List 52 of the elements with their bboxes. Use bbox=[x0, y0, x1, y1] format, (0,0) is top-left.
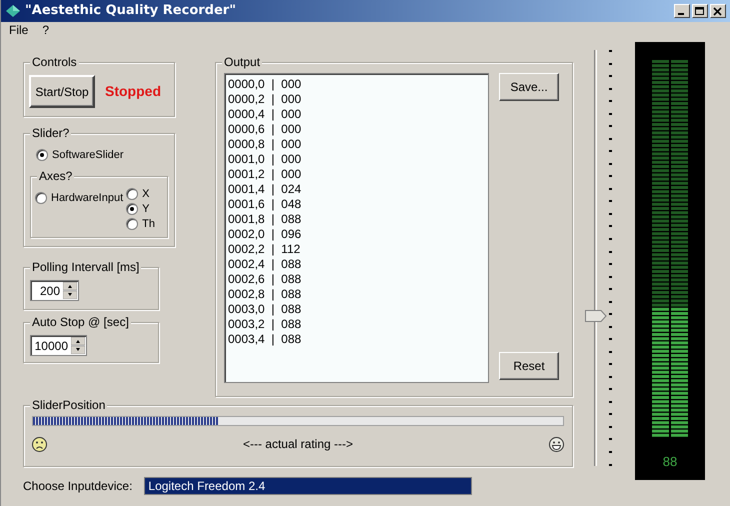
menu-item[interactable]: ? bbox=[42, 21, 50, 39]
output-line: 0002,8 | 088 bbox=[228, 287, 302, 302]
radio-option[interactable]: X bbox=[126, 187, 155, 201]
app-icon bbox=[5, 4, 21, 18]
output-line: 0001,4 | 024 bbox=[228, 182, 302, 197]
output-line: 0002,4 | 088 bbox=[228, 257, 302, 272]
push-button[interactable]: Reset bbox=[499, 352, 559, 380]
push-button[interactable]: Save... bbox=[499, 73, 559, 101]
radio-option[interactable]: Th bbox=[126, 217, 155, 231]
group-title: Output bbox=[222, 55, 262, 69]
radio-option[interactable]: SoftwareSlider bbox=[36, 148, 168, 162]
rating-caption: <--- actual rating ---> bbox=[242, 436, 354, 453]
output-line: 0000,6 | 000 bbox=[228, 122, 302, 137]
group-title: Polling Intervall [ms] bbox=[30, 260, 142, 274]
input-device-field[interactable]: Logitech Freedom 2.4 bbox=[144, 477, 472, 495]
group-title: Auto Stop @ [sec] bbox=[30, 315, 131, 329]
output-line: 0000,8 | 000 bbox=[228, 137, 302, 152]
group-title: Axes? bbox=[37, 169, 74, 183]
output-line: 0001,6 | 048 bbox=[228, 197, 302, 212]
window-title: "Aestethic Quality Recorder" bbox=[25, 2, 236, 20]
input-device-label: Choose Inputdevice: bbox=[23, 478, 132, 495]
close-icon[interactable] bbox=[710, 4, 726, 18]
output-line: 0003,4 | 088 bbox=[228, 332, 302, 347]
meter-reading: 88 bbox=[662, 453, 678, 471]
output-line: 0002,6 | 088 bbox=[228, 272, 302, 287]
output-line: 0000,0 | 000 bbox=[228, 77, 302, 92]
spin-arrows-icon[interactable] bbox=[63, 282, 77, 299]
slider-thumb[interactable] bbox=[585, 310, 607, 322]
output-line: 0003,2 | 088 bbox=[228, 317, 302, 332]
radio-option[interactable]: HardwareInput bbox=[35, 191, 124, 205]
output-line: 0001,2 | 000 bbox=[228, 167, 302, 182]
output-line: 0000,2 | 000 bbox=[228, 92, 302, 107]
output-line: 0002,2 | 112 bbox=[228, 242, 300, 257]
radio-option[interactable]: Y bbox=[126, 202, 155, 216]
output-line: 0001,8 | 088 bbox=[228, 212, 302, 227]
spin-arrows-icon[interactable] bbox=[71, 337, 85, 354]
group-title: Controls bbox=[30, 55, 79, 69]
push-button[interactable]: Start/Stop bbox=[29, 75, 95, 108]
status-text: Stopped bbox=[105, 82, 161, 101]
spin-field[interactable]: 10000 bbox=[30, 335, 87, 356]
minimize-icon[interactable] bbox=[674, 4, 690, 18]
maximize-icon[interactable] bbox=[692, 4, 708, 18]
sad-smiley-icon bbox=[32, 436, 47, 452]
output-line: 0003,0 | 088 bbox=[228, 302, 302, 317]
output-line: 0001,0 | 000 bbox=[228, 152, 302, 167]
group-title: Slider? bbox=[30, 126, 72, 140]
spin-field[interactable]: 200 bbox=[30, 280, 79, 301]
menu-item[interactable]: File bbox=[9, 21, 28, 39]
output-line: 0002,0 | 096 bbox=[228, 227, 302, 242]
grinning-smiley-icon bbox=[548, 436, 564, 452]
group-title: SliderPosition bbox=[30, 398, 108, 412]
output-line: 0000,4 | 000 bbox=[228, 107, 302, 122]
